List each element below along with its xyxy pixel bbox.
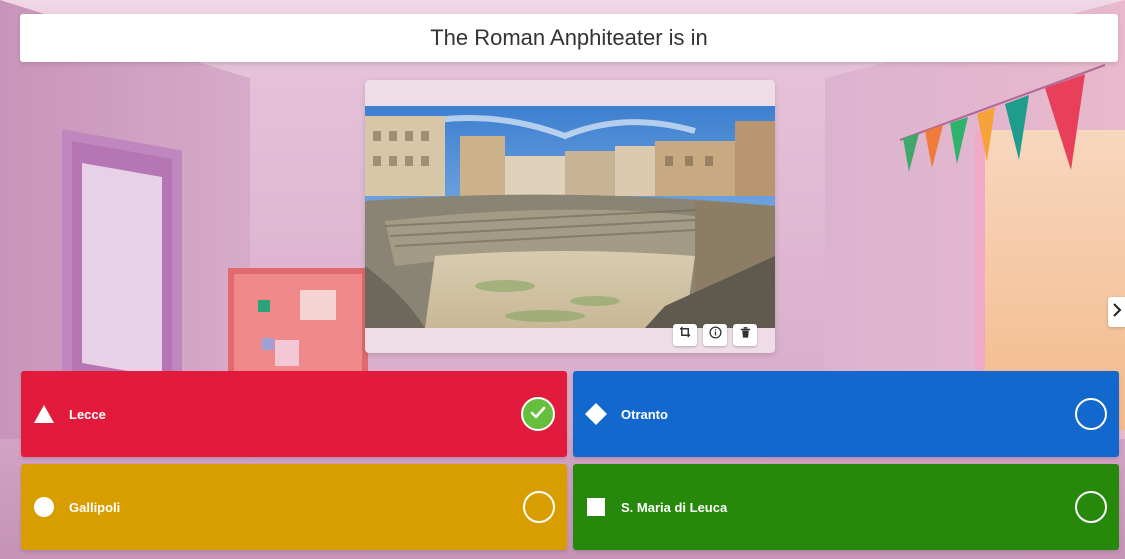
answer-option-otranto[interactable]: Otranto: [573, 371, 1119, 457]
question-bar[interactable]: The Roman Anphiteater is in: [20, 14, 1118, 62]
correct-answer-toggle[interactable]: [523, 491, 555, 523]
correct-answer-toggle[interactable]: [1075, 491, 1107, 523]
question-text: The Roman Anphiteater is in: [430, 25, 708, 50]
media-card: [365, 80, 775, 353]
media-toolbar: [673, 324, 757, 346]
next-slide-button[interactable]: [1108, 297, 1125, 327]
bunting-decoration: [899, 64, 1106, 172]
answer-label: Otranto: [621, 406, 668, 422]
crop-button[interactable]: [673, 324, 697, 346]
correct-answer-toggle[interactable]: [1075, 398, 1107, 430]
info-icon: [708, 326, 722, 344]
correct-answer-toggle[interactable]: [521, 397, 555, 431]
diamond-icon: [585, 403, 607, 425]
triangle-icon: [33, 403, 55, 425]
answer-label: Lecce: [69, 406, 106, 422]
chevron-right-icon: [1112, 302, 1122, 322]
answer-option-lecce[interactable]: Lecce: [21, 371, 567, 457]
checkmark-icon: [530, 406, 546, 423]
answer-option-gallipoli[interactable]: Gallipoli: [21, 464, 567, 550]
info-button[interactable]: [703, 324, 727, 346]
trash-icon: [739, 326, 752, 344]
question-image: [365, 106, 775, 328]
delete-button[interactable]: [733, 324, 757, 346]
circle-icon: [33, 496, 55, 518]
answer-label: S. Maria di Leuca: [621, 499, 728, 515]
answer-label: Gallipoli: [69, 499, 121, 515]
square-icon: [585, 496, 607, 518]
crop-icon: [679, 326, 692, 344]
answer-option-s-maria-di-leuca[interactable]: S. Maria di Leuca: [573, 464, 1119, 550]
